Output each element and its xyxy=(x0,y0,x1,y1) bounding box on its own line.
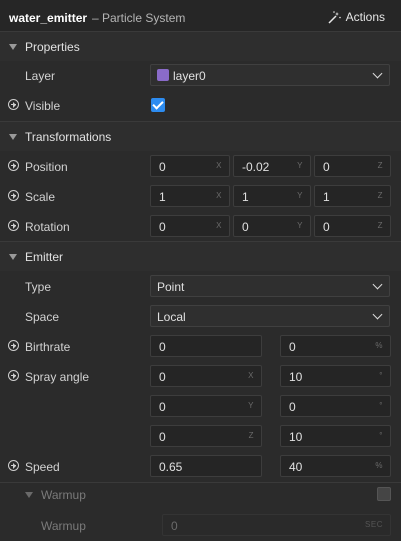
spray-x-field[interactable]: 0X xyxy=(150,365,262,387)
link-arrow-icon[interactable] xyxy=(8,460,19,471)
scale-z-field[interactable]: 1Z xyxy=(314,185,391,207)
link-arrow-icon[interactable] xyxy=(8,160,19,171)
layer-value: layer0 xyxy=(173,69,206,83)
spray-x-angle-field[interactable]: 10 ° xyxy=(280,365,391,387)
spray-y-field[interactable]: 0Y xyxy=(150,395,262,417)
position-z-field[interactable]: 0Z xyxy=(314,155,391,177)
position-label: Position xyxy=(25,160,68,174)
object-name: water_emitter xyxy=(9,11,88,25)
caret-down-icon xyxy=(25,492,33,498)
chevron-down-icon xyxy=(372,68,383,79)
birthrate-label: Birthrate xyxy=(25,340,71,354)
warmup-field[interactable]: 0 SEC xyxy=(162,514,391,536)
speed-label: Speed xyxy=(25,460,60,474)
warmup-label: Warmup xyxy=(41,519,86,533)
rotation-x-field[interactable]: 0X xyxy=(150,215,230,237)
object-type: – Particle System xyxy=(92,11,186,25)
caret-down-icon xyxy=(9,44,17,50)
section-title: Emitter xyxy=(25,250,64,264)
type-label: Type xyxy=(25,280,52,294)
section-emitter[interactable]: Emitter xyxy=(0,241,401,271)
space-value: Local xyxy=(157,310,186,324)
scale-x-field[interactable]: 1X xyxy=(150,185,230,207)
magic-wand-icon xyxy=(328,10,341,24)
chevron-down-icon xyxy=(372,309,383,320)
position-x-field[interactable]: 0X xyxy=(150,155,230,177)
section-transformations[interactable]: Transformations xyxy=(0,121,401,151)
visible-label: Visible xyxy=(25,99,61,113)
speed-variation-field[interactable]: 40% xyxy=(280,455,391,477)
caret-down-icon xyxy=(9,134,17,140)
link-arrow-icon[interactable] xyxy=(8,370,19,381)
link-arrow-icon[interactable] xyxy=(8,340,19,351)
link-arrow-icon[interactable] xyxy=(8,99,19,110)
birthrate-field[interactable]: 0 xyxy=(150,335,262,357)
position-y-field[interactable]: -0.02 Y xyxy=(233,155,311,177)
section-title: Transformations xyxy=(25,130,112,144)
spray-angle-label: Spray angle xyxy=(25,370,90,384)
section-properties[interactable]: Properties xyxy=(0,31,401,61)
rotation-z-field[interactable]: 0Z xyxy=(314,215,391,237)
speed-field[interactable]: 0.65 xyxy=(150,455,262,477)
warmup-checkbox[interactable] xyxy=(377,487,391,501)
section-warmup[interactable]: Warmup xyxy=(0,483,401,509)
layer-color-swatch xyxy=(157,69,169,81)
scale-label: Scale xyxy=(25,190,56,204)
rotation-y-field[interactable]: 0Y xyxy=(233,215,311,237)
scale-y-field[interactable]: 1Y xyxy=(233,185,311,207)
actions-button[interactable]: Actions xyxy=(328,10,385,24)
spray-z-angle-field[interactable]: 10 ° xyxy=(280,425,391,447)
warmup-title: Warmup xyxy=(41,488,86,502)
caret-down-icon xyxy=(9,254,17,260)
layer-label: Layer xyxy=(25,69,56,83)
link-arrow-icon[interactable] xyxy=(8,220,19,231)
birthrate-variation-field[interactable]: 0% xyxy=(280,335,391,357)
layer-select[interactable]: layer0 xyxy=(150,64,390,86)
actions-label: Actions xyxy=(345,10,385,24)
spray-y-angle-field[interactable]: 0 ° xyxy=(280,395,391,417)
spray-z-field[interactable]: 0Z xyxy=(150,425,262,447)
type-select[interactable]: Point xyxy=(150,275,390,297)
section-title: Properties xyxy=(25,40,80,54)
visible-checkbox[interactable] xyxy=(151,98,165,112)
rotation-label: Rotation xyxy=(25,220,70,234)
type-value: Point xyxy=(157,280,185,294)
link-arrow-icon[interactable] xyxy=(8,190,19,201)
inspector-header: water_emitter – Particle System Actions xyxy=(0,0,401,34)
chevron-down-icon xyxy=(372,279,383,290)
space-label: Space xyxy=(25,310,60,324)
space-select[interactable]: Local xyxy=(150,305,390,327)
